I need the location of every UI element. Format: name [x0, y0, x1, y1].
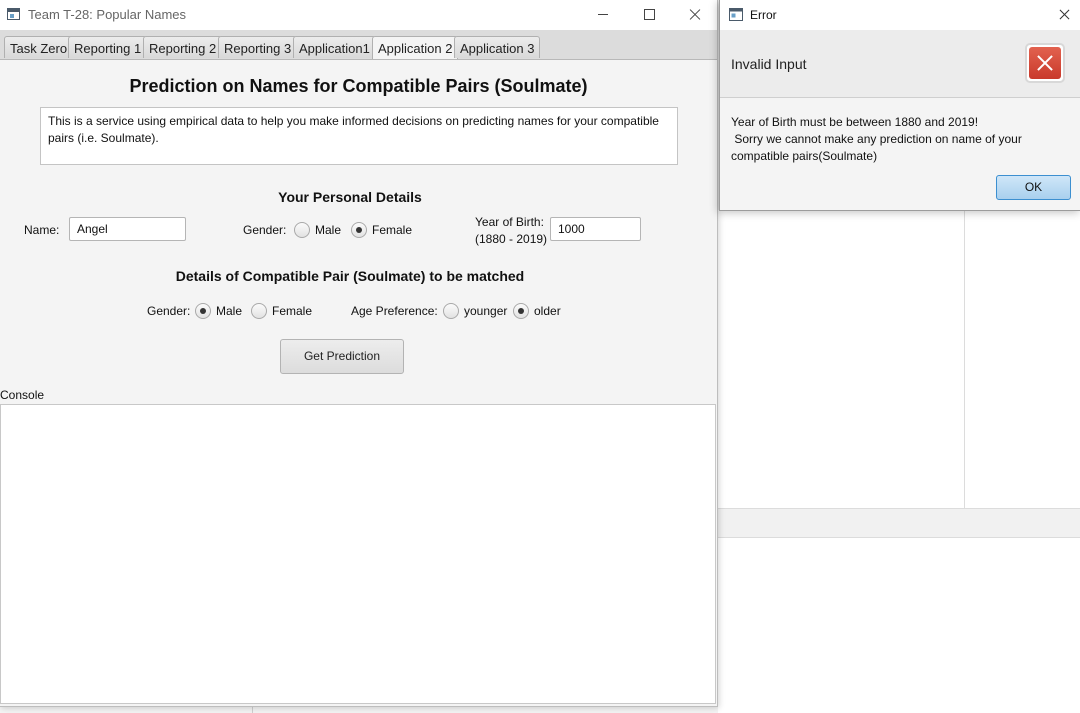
tab-application-2[interactable]: Application 2 — [372, 36, 459, 59]
dialog-title: Error — [750, 8, 777, 22]
background-band — [718, 508, 1080, 538]
age-older-radio[interactable] — [513, 303, 529, 319]
error-icon — [1025, 43, 1065, 83]
get-prediction-button[interactable]: Get Prediction — [280, 339, 404, 374]
tab-reporting-3[interactable]: Reporting 3 — [218, 36, 298, 58]
tab-application-1[interactable]: Application1 — [293, 36, 376, 58]
year-of-birth-range: (1880 - 2019) — [475, 232, 548, 246]
background-bottom-divider — [252, 707, 253, 713]
gender-female-label[interactable]: Female — [372, 223, 412, 237]
age-preference-label: Age Preference: — [351, 304, 438, 318]
name-label: Name: — [24, 223, 60, 237]
personal-details-heading: Your Personal Details — [278, 189, 422, 205]
tab-reporting-1[interactable]: Reporting 1 — [68, 36, 148, 58]
dialog-titlebar[interactable]: Error — [720, 0, 1080, 30]
soulmate-gender-female-radio[interactable] — [251, 303, 267, 319]
soulmate-gender-label: Gender: — [147, 304, 191, 318]
age-younger-label[interactable]: younger — [464, 304, 507, 318]
gender-male-radio[interactable] — [294, 222, 310, 238]
app-window-icon — [7, 8, 20, 20]
ok-button[interactable]: OK — [996, 175, 1071, 200]
description-textarea[interactable]: This is a service using empirical data t… — [40, 107, 678, 165]
tab-bar: Task Zero Reporting 1 Reporting 2 Report… — [0, 30, 717, 60]
dialog-window-icon — [729, 8, 743, 24]
year-of-birth-label: Year of Birth: — [475, 215, 544, 229]
soulmate-gender-male-label[interactable]: Male — [216, 304, 242, 318]
background-divider — [964, 210, 965, 508]
maximize-button[interactable] — [626, 0, 672, 30]
age-younger-radio[interactable] — [443, 303, 459, 319]
year-of-birth-input[interactable]: 1000 — [550, 217, 641, 241]
dialog-header-text: Invalid Input — [731, 56, 807, 72]
tab-reporting-2[interactable]: Reporting 2 — [143, 36, 223, 58]
error-dialog: Error Invalid Input Year of Birth must b… — [719, 0, 1080, 211]
close-button[interactable] — [671, 0, 717, 30]
main-titlebar[interactable]: Team T-28: Popular Names — [0, 0, 717, 30]
background-bottom-strip — [0, 707, 718, 713]
dialog-message-line: Year of Birth must be between 1880 and 2… — [731, 115, 979, 129]
gender-label: Gender: — [243, 223, 287, 237]
soulmate-details-heading: Details of Compatible Pair (Soulmate) to… — [175, 268, 525, 284]
age-older-label[interactable]: older — [534, 304, 561, 318]
name-input[interactable]: Angel — [69, 217, 186, 241]
tab-application-3[interactable]: Application 3 — [454, 36, 541, 58]
error-x-icon — [1029, 47, 1061, 79]
page-title: Prediction on Names for Compatible Pairs… — [129, 76, 588, 96]
minimize-button[interactable] — [580, 0, 626, 30]
window-title: Team T-28: Popular Names — [28, 7, 186, 22]
dialog-message: Year of Birth must be between 1880 and 2… — [731, 114, 1071, 165]
dialog-close-button[interactable] — [1050, 0, 1080, 30]
console-label: Console — [0, 388, 45, 402]
soulmate-gender-male-radio[interactable] — [195, 303, 211, 319]
main-window: Team T-28: Popular Names Task Zero Repor… — [0, 0, 718, 707]
soulmate-gender-female-label[interactable]: Female — [272, 304, 312, 318]
console-output[interactable] — [0, 404, 716, 704]
dialog-header: Invalid Input — [720, 30, 1080, 98]
dialog-message-line: compatible pairs(Soulmate) — [731, 149, 878, 163]
dialog-message-line: Sorry we cannot make any prediction on n… — [731, 132, 1022, 146]
background-panel — [718, 210, 1080, 713]
gender-female-radio[interactable] — [351, 222, 367, 238]
tab-task-zero[interactable]: Task Zero — [4, 36, 74, 58]
gender-male-label[interactable]: Male — [315, 223, 341, 237]
